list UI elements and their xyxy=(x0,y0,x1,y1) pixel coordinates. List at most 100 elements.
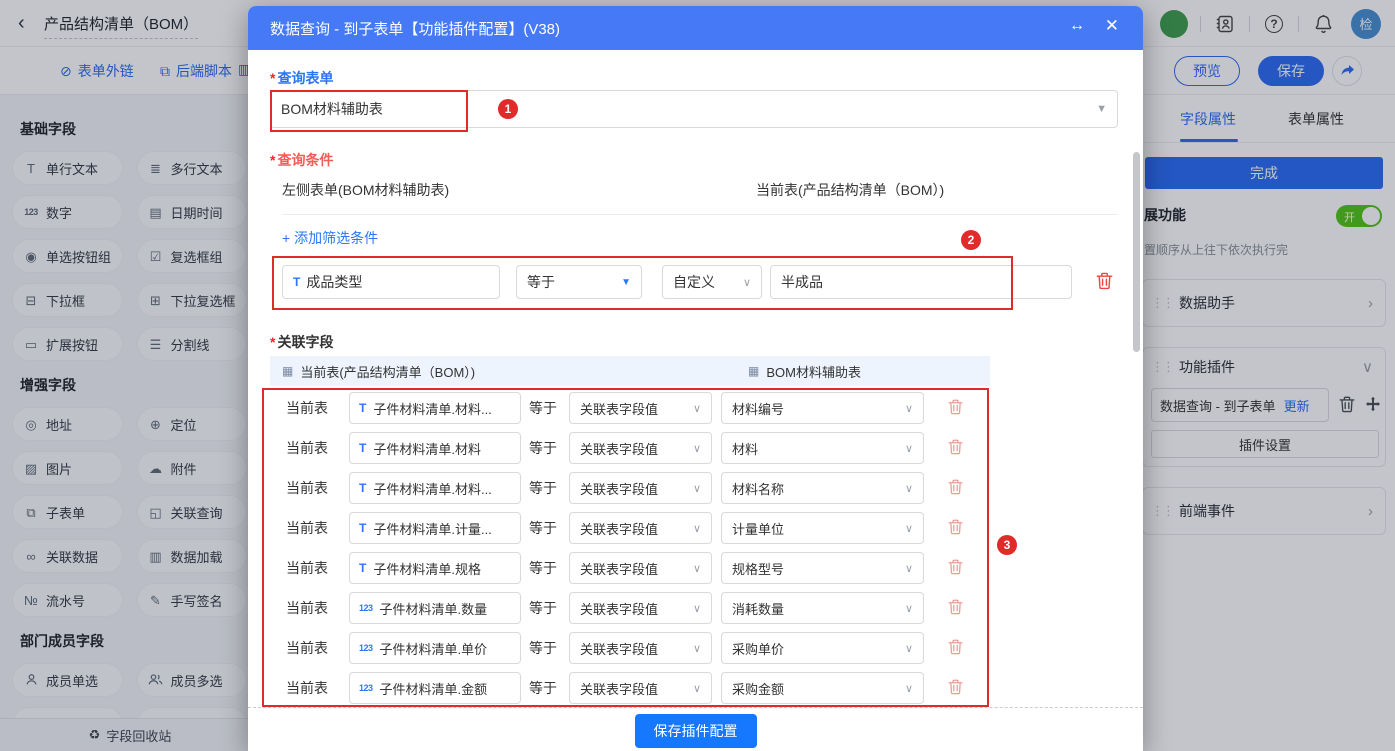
number-field-icon: 123 xyxy=(359,683,373,693)
mapping-row: 当前表 T子件材料清单.材料... 等于关联表字段值∨ 材料编号∨ xyxy=(270,388,990,428)
row-operator: 等于 xyxy=(529,398,557,418)
row-target-select[interactable]: 计量单位∨ xyxy=(721,512,924,544)
chevron-down-icon: ∨ xyxy=(905,642,913,655)
add-filter-condition-link[interactable]: + 添加筛选条件 xyxy=(282,228,378,248)
chevron-down-icon: ∨ xyxy=(905,402,913,415)
row-scope: 当前表 xyxy=(286,438,328,458)
row-delete-icon[interactable] xyxy=(948,399,963,415)
mapping-row: 当前表 123子件材料清单.单价等于关联表字段值∨ 采购单价∨ xyxy=(270,628,990,668)
query-form-label: *查询表单 xyxy=(270,68,333,88)
row-mode-select[interactable]: 关联表字段值∨ xyxy=(569,392,712,424)
row-mode-select[interactable]: 关联表字段值∨ xyxy=(569,512,712,544)
mapping-row: 当前表 T子件材料清单.计量... 等于关联表字段值∨ 计量单位∨ xyxy=(270,508,990,548)
filter-value-type-select[interactable]: 自定义 ∨ xyxy=(662,265,762,299)
chevron-down-icon: ∨ xyxy=(693,442,701,455)
mapping-rows: 当前表T子件材料清单.材料...等于关联表字段值∨材料编号∨当前表T子件材料清单… xyxy=(270,388,990,705)
query-form-select[interactable]: BOM材料辅助表 ▼ xyxy=(270,90,1118,128)
chevron-down-icon: ∨ xyxy=(905,602,913,615)
row-target-select[interactable]: 材料编号∨ xyxy=(721,392,924,424)
row-target-select[interactable]: 采购金额∨ xyxy=(721,672,924,704)
chevron-down-icon: ∨ xyxy=(905,442,913,455)
row-field-select[interactable]: 123子件材料清单.单价 xyxy=(349,632,521,664)
row-delete-icon[interactable] xyxy=(948,559,963,575)
row-mode-select[interactable]: 关联表字段值∨ xyxy=(569,432,712,464)
row-scope: 当前表 xyxy=(286,638,328,658)
row-mode-select[interactable]: 关联表字段值∨ xyxy=(569,472,712,504)
row-operator: 等于 xyxy=(529,678,557,698)
chevron-down-icon: ▼ xyxy=(1096,103,1107,115)
row-delete-icon[interactable] xyxy=(948,479,963,495)
mapping-row: 当前表 T子件材料清单.材料等于关联表字段值∨ 材料∨ xyxy=(270,428,990,468)
row-mode-select[interactable]: 关联表字段值∨ xyxy=(569,672,712,704)
close-icon[interactable]: ✕ xyxy=(1105,16,1119,36)
chevron-down-icon: ∨ xyxy=(693,522,701,535)
row-operator: 等于 xyxy=(529,438,557,458)
table-icon: ▦ xyxy=(748,364,759,378)
table-icon: ▦ xyxy=(282,364,293,378)
chevron-down-icon: ∨ xyxy=(693,402,701,415)
row-operator: 等于 xyxy=(529,598,557,618)
row-mode-select[interactable]: 关联表字段值∨ xyxy=(569,552,712,584)
filter-operator-select[interactable]: 等于 ▼ xyxy=(516,265,642,299)
row-target-select[interactable]: 采购单价∨ xyxy=(721,632,924,664)
row-field-select[interactable]: 123子件材料清单.数量 xyxy=(349,592,521,624)
chevron-down-icon: ▼ xyxy=(621,277,631,288)
save-plugin-config-button[interactable]: 保存插件配置 xyxy=(635,714,757,748)
divider xyxy=(282,214,1118,215)
annotation-badge-2: 2 xyxy=(961,230,981,250)
chevron-down-icon: ∨ xyxy=(693,482,701,495)
row-delete-icon[interactable] xyxy=(948,439,963,455)
filter-value-input[interactable]: 半成品 xyxy=(770,265,1072,299)
row-operator: 等于 xyxy=(529,638,557,658)
row-delete-icon[interactable] xyxy=(948,639,963,655)
chevron-down-icon: ∨ xyxy=(743,276,751,289)
row-target-select[interactable]: 材料名称∨ xyxy=(721,472,924,504)
row-field-select[interactable]: T子件材料清单.计量... xyxy=(349,512,521,544)
row-delete-icon[interactable] xyxy=(948,519,963,535)
chevron-down-icon: ∨ xyxy=(693,562,701,575)
annotation-badge-3: 3 xyxy=(997,535,1017,555)
text-field-icon: T xyxy=(359,521,366,535)
mapping-row: 当前表T子件材料清单.材料...等于关联表字段值∨材料名称∨ xyxy=(270,468,990,508)
row-field-select[interactable]: 123子件材料清单.金额 xyxy=(349,672,521,704)
row-target-select[interactable]: 规格型号∨ xyxy=(721,552,924,584)
mapping-row: 当前表 123子件材料清单.数量等于关联表字段值∨ 消耗数量∨ xyxy=(270,588,990,628)
row-scope: 当前表 xyxy=(286,678,328,698)
chevron-down-icon: ∨ xyxy=(905,522,913,535)
row-scope: 当前表 xyxy=(286,398,328,418)
row-mode-select[interactable]: 关联表字段值∨ xyxy=(569,592,712,624)
text-field-icon: T xyxy=(359,401,366,415)
mapping-row: 当前表 123子件材料清单.金额等于关联表字段值∨ 采购金额∨ xyxy=(270,668,990,705)
row-operator: 等于 xyxy=(529,518,557,538)
chevron-down-icon: ∨ xyxy=(693,642,701,655)
row-delete-icon[interactable] xyxy=(948,599,963,615)
chevron-down-icon: ∨ xyxy=(905,562,913,575)
chevron-down-icon: ∨ xyxy=(905,482,913,495)
row-mode-select[interactable]: 关联表字段值∨ xyxy=(569,632,712,664)
condition-right-header: 当前表(产品结构清单（BOM）) xyxy=(756,180,944,200)
text-field-icon: T xyxy=(359,441,366,455)
modal-title: 数据查询 - 到子表单【功能插件配置】(V38) xyxy=(270,18,560,39)
row-field-select[interactable]: T子件材料清单.材料... xyxy=(349,472,521,504)
plugin-config-modal: 数据查询 - 到子表单【功能插件配置】(V38) ↔ ✕ *查询表单 BOM材料… xyxy=(248,6,1143,751)
row-scope: 当前表 xyxy=(286,518,328,538)
row-target-select[interactable]: 材料∨ xyxy=(721,432,924,464)
expand-icon[interactable]: ↔ xyxy=(1069,17,1085,35)
query-condition-label: *查询条件 xyxy=(270,150,333,170)
number-field-icon: 123 xyxy=(359,603,373,613)
filter-field-select[interactable]: T 成品类型 xyxy=(282,265,500,299)
row-delete-icon[interactable] xyxy=(948,679,963,695)
mapping-table-header: ▦ 当前表(产品结构清单（BOM）) ▦ BOM材料辅助表 xyxy=(270,356,990,386)
row-target-select[interactable]: 消耗数量∨ xyxy=(721,592,924,624)
filter-delete-icon[interactable] xyxy=(1096,272,1113,290)
text-field-icon: T xyxy=(293,275,300,289)
row-scope: 当前表 xyxy=(286,598,328,618)
modal-scrollbar[interactable] xyxy=(1133,152,1140,352)
chevron-down-icon: ∨ xyxy=(905,682,913,695)
row-field-select[interactable]: T子件材料清单.材料 xyxy=(349,432,521,464)
row-field-select[interactable]: T子件材料清单.材料... xyxy=(349,392,521,424)
chevron-down-icon: ∨ xyxy=(693,682,701,695)
row-field-select[interactable]: T子件材料清单.规格 xyxy=(349,552,521,584)
chevron-down-icon: ∨ xyxy=(693,602,701,615)
annotation-badge-1: 1 xyxy=(498,99,518,119)
